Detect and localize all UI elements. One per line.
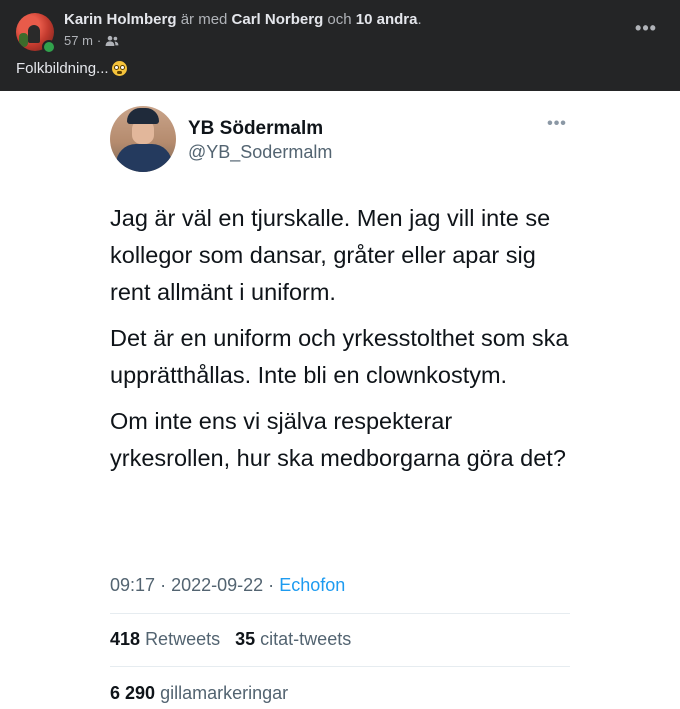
post-meta: 57 m · xyxy=(64,33,119,48)
friends-icon[interactable] xyxy=(105,35,119,47)
retweets-label: Retweets xyxy=(145,629,221,649)
post-text-content: Folkbildning... xyxy=(16,60,109,77)
likes-label: gillamarkeringar xyxy=(160,683,289,703)
facebook-post-header: Karin Holmberg är med Carl Norberg och 1… xyxy=(0,0,680,91)
with-text: är med xyxy=(180,11,228,28)
avatar-figure xyxy=(28,25,40,43)
avatar-plant xyxy=(19,33,28,47)
tagged-person-link[interactable]: Carl Norberg xyxy=(232,11,324,28)
meta-dot: · xyxy=(160,575,167,595)
flushed-face-emoji-icon xyxy=(111,61,127,76)
tweet-body: Jag är väl en tjurskalle. Men jag vill i… xyxy=(110,200,570,486)
tweet-handle: @YB_Sodermalm xyxy=(188,142,333,162)
avatar-cap xyxy=(127,108,159,124)
tweet-time: 09:17 xyxy=(110,575,156,595)
tweet-display-name: YB Södermalm xyxy=(188,118,324,139)
others-link[interactable]: 10 andra xyxy=(356,11,418,28)
tweet-source: Echofon xyxy=(279,575,346,595)
post-time-link[interactable]: 57 m xyxy=(64,33,93,48)
post-author-line: Karin Holmberg är med Carl Norberg och 1… xyxy=(64,11,422,28)
tweet-date: 2022-09-22 xyxy=(171,575,264,595)
tweet-meta: 09:17 · 2022-09-22 · Echofon xyxy=(110,575,345,596)
divider xyxy=(110,613,570,614)
online-status-icon xyxy=(42,40,56,54)
tweet-paragraph: Om inte ens vi själva respekterar yrkesr… xyxy=(110,408,566,471)
and-text: och xyxy=(327,11,352,28)
more-icon[interactable]: ••• xyxy=(632,18,660,38)
divider xyxy=(110,666,570,667)
retweets-count: 418 xyxy=(110,629,141,649)
tweet-paragraph: Jag är väl en tjurskalle. Men jag vill i… xyxy=(110,205,551,305)
meta-separator: · xyxy=(96,33,102,48)
meta-dot: · xyxy=(268,575,275,595)
post-text: Folkbildning... xyxy=(16,60,127,77)
tweet-avatar xyxy=(110,106,176,172)
tweet-likes: 6 290 gillamarkeringar xyxy=(110,683,288,704)
quotes-count: 35 xyxy=(235,629,256,649)
author-name-link[interactable]: Karin Holmberg xyxy=(64,11,177,28)
quotes-label: citat-tweets xyxy=(260,629,352,649)
tweet-stats: 418 Retweets 35 citat-tweets xyxy=(110,629,351,650)
tweet-paragraph: Det är en uniform och yrkesstolthet som … xyxy=(110,325,569,388)
likes-count: 6 290 xyxy=(110,683,156,703)
tweet-more-icon: ••• xyxy=(547,115,567,132)
period-text: . xyxy=(417,11,422,28)
avatar-uniform xyxy=(116,144,172,172)
